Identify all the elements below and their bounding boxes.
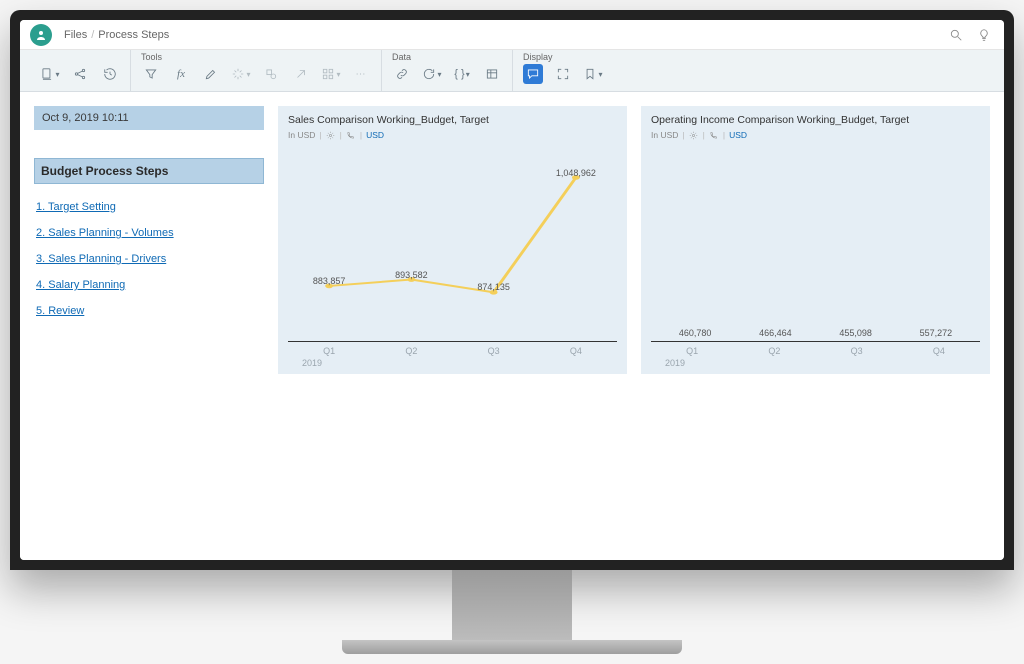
data-label: 557,272 <box>920 328 953 338</box>
comment-icon[interactable] <box>523 64 543 84</box>
line-axis-x: Q1 Q2 Q3 Q4 <box>288 346 617 356</box>
chart-title-sales: Sales Comparison Working_Budget, Target <box>288 114 617 126</box>
monitor-stand-neck <box>452 570 572 640</box>
toolbar: ▾ Tools fx <box>20 50 1004 92</box>
chart-sub-income: In USD | | | USD <box>651 130 980 140</box>
screen: Files / Process Steps ▾ <box>20 20 1004 560</box>
gear-icon[interactable] <box>689 130 699 140</box>
line-chart: 883,857 893,582 874,135 1,048,962 <box>288 144 617 342</box>
axis-tick: Q2 <box>405 346 417 356</box>
monitor-frame: Files / Process Steps ▾ <box>10 10 1014 570</box>
step-link-target-setting[interactable]: 1. Target Setting <box>34 194 264 220</box>
gear-icon[interactable] <box>326 130 336 140</box>
user-icon <box>35 29 47 41</box>
step-link-sales-volumes[interactable]: 2. Sales Planning - Volumes <box>34 220 264 246</box>
chart-panel-income: Operating Income Comparison Working_Budg… <box>641 106 990 374</box>
axis-tick: Q3 <box>851 346 863 356</box>
breadcrumb-page: Process Steps <box>98 29 169 41</box>
bar: 466,464 <box>735 328 815 341</box>
data-label: 1,048,962 <box>556 168 596 178</box>
step-link-sales-drivers[interactable]: 3. Sales Planning - Drivers <box>34 246 264 272</box>
breadcrumb-separator: / <box>91 29 94 41</box>
page-icon[interactable]: ▾ <box>40 64 60 84</box>
step-link-salary-planning[interactable]: 4. Salary Planning <box>34 272 264 298</box>
timestamp-box: Oct 9, 2019 10:11 <box>34 106 264 130</box>
axis-tick: Q1 <box>686 346 698 356</box>
bar-axis-x: Q1 Q2 Q3 Q4 <box>651 346 980 356</box>
bar: 455,098 <box>816 328 896 341</box>
data-label: 883,857 <box>313 276 346 286</box>
chart-sub-prefix: In USD <box>651 130 678 140</box>
group-label-data: Data <box>392 52 502 62</box>
toolbar-group-display: Display ▾ <box>513 50 613 91</box>
group-label-file <box>40 52 120 62</box>
toolbar-group-file: ▾ <box>30 50 131 91</box>
shape-icon[interactable] <box>261 64 281 84</box>
search-icon[interactable] <box>946 25 966 45</box>
chart-currency-link[interactable]: USD <box>366 130 384 140</box>
chart-title-income: Operating Income Comparison Working_Budg… <box>651 114 980 126</box>
toolbar-group-data: Data ▾ { }▾ <box>382 50 513 91</box>
sparkle-icon[interactable]: ▾ <box>231 64 251 84</box>
link-icon[interactable] <box>392 64 412 84</box>
steps-header: Budget Process Steps <box>34 158 264 184</box>
share-icon[interactable] <box>70 64 90 84</box>
edit-icon[interactable] <box>201 64 221 84</box>
group-label-tools: Tools <box>141 52 371 62</box>
bar-axis-year: 2019 <box>651 358 980 368</box>
bar-chart: 460,780 466,464 455,098 557,272 <box>651 144 980 342</box>
history-icon[interactable] <box>100 64 120 84</box>
bookmark-icon[interactable]: ▾ <box>583 64 603 84</box>
toolbar-group-tools: Tools fx ▾ <box>131 50 382 91</box>
grid-icon[interactable]: ▾ <box>321 64 341 84</box>
refresh-icon[interactable]: ▾ <box>422 64 442 84</box>
data-label: 874,135 <box>477 282 510 292</box>
top-bar: Files / Process Steps <box>20 20 1004 50</box>
bulb-icon[interactable] <box>974 25 994 45</box>
chart-sub-sales: In USD | | | USD <box>288 130 617 140</box>
sidebar: Oct 9, 2019 10:11 Budget Process Steps 1… <box>34 106 264 546</box>
dots-icon[interactable]: ⋯ <box>351 64 371 84</box>
content-area: Oct 9, 2019 10:11 Budget Process Steps 1… <box>20 92 1004 560</box>
table-icon[interactable] <box>482 64 502 84</box>
data-label: 466,464 <box>759 328 792 338</box>
bar: 557,272 <box>896 328 976 341</box>
fullscreen-icon[interactable] <box>553 64 573 84</box>
axis-tick: Q2 <box>768 346 780 356</box>
axis-tick: Q4 <box>570 346 582 356</box>
group-label-display: Display <box>523 52 603 62</box>
phone-icon[interactable] <box>709 130 719 140</box>
arrow-up-right-icon[interactable] <box>291 64 311 84</box>
fx-icon[interactable]: fx <box>171 64 191 84</box>
step-link-review[interactable]: 5. Review <box>34 298 264 324</box>
data-label: 455,098 <box>839 328 872 338</box>
axis-tick: Q1 <box>323 346 335 356</box>
filter-icon[interactable] <box>141 64 161 84</box>
chart-panel-sales: Sales Comparison Working_Budget, Target … <box>278 106 627 374</box>
phone-icon[interactable] <box>346 130 356 140</box>
axis-tick: Q3 <box>488 346 500 356</box>
chart-sub-prefix: In USD <box>288 130 315 140</box>
avatar[interactable] <box>30 24 52 46</box>
axis-tick: Q4 <box>933 346 945 356</box>
monitor-stand-base <box>342 640 682 654</box>
braces-icon[interactable]: { }▾ <box>452 64 472 84</box>
breadcrumb-root[interactable]: Files <box>64 29 87 41</box>
data-label: 460,780 <box>679 328 712 338</box>
bar: 460,780 <box>655 328 735 341</box>
chart-currency-link[interactable]: USD <box>729 130 747 140</box>
data-label: 893,582 <box>395 270 428 280</box>
line-axis-year: 2019 <box>288 358 617 368</box>
